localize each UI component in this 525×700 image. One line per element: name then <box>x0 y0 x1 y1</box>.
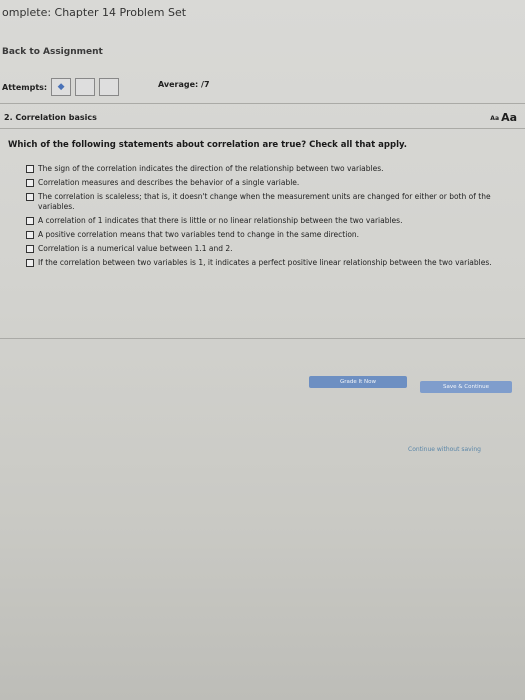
answer-option[interactable]: The correlation is scaleless; that is, i… <box>26 192 521 212</box>
answer-option-text: The correlation is scaleless; that is, i… <box>38 192 491 211</box>
save-and-continue-button[interactable]: Save & Continue <box>420 381 512 393</box>
average-score: Average: /7 <box>158 80 210 89</box>
question-title: 2. Correlation basics <box>4 113 97 122</box>
checkbox[interactable] <box>26 217 34 225</box>
attempts-label: Attempts: <box>2 82 48 92</box>
answer-option-text: The sign of the correlation indicates th… <box>38 164 384 173</box>
answer-option[interactable]: Correlation measures and describes the b… <box>26 178 521 188</box>
attempts-row: Attempts: ◆ <box>2 78 120 96</box>
checkbox[interactable] <box>26 259 34 267</box>
attempt-box-2 <box>75 78 96 96</box>
diamond-icon: ◆ <box>57 82 65 92</box>
checkbox[interactable] <box>26 245 34 253</box>
checkbox[interactable] <box>26 165 34 173</box>
answer-option[interactable]: If the correlation between two variables… <box>26 258 521 268</box>
answer-option-text: Correlation is a numerical value between… <box>38 244 233 253</box>
back-to-assignment-link[interactable]: Back to Assignment <box>2 47 103 57</box>
answer-option[interactable]: A correlation of 1 indicates that there … <box>26 216 521 226</box>
attempt-box-3 <box>99 78 120 96</box>
checkbox[interactable] <box>26 193 34 201</box>
divider-bottom <box>0 338 525 339</box>
page: omplete: Chapter 14 Problem Set Back to … <box>0 0 525 700</box>
attempt-box-1: ◆ <box>51 78 72 96</box>
checkbox[interactable] <box>26 231 34 239</box>
checkbox[interactable] <box>26 179 34 187</box>
answer-option[interactable]: A positive correlation means that two va… <box>26 230 521 240</box>
answer-option[interactable]: Correlation is a numerical value between… <box>26 244 521 254</box>
grade-it-now-button[interactable]: Grade It Now <box>309 376 407 388</box>
answer-option-text: Correlation measures and describes the b… <box>38 178 300 187</box>
answer-option-text: A correlation of 1 indicates that there … <box>38 216 403 225</box>
question-header: 2. Correlation basics Aa Aa <box>4 110 525 126</box>
answer-options: The sign of the correlation indicates th… <box>26 164 521 272</box>
divider-question <box>0 128 525 129</box>
divider-top <box>0 103 525 104</box>
answer-option[interactable]: The sign of the correlation indicates th… <box>26 164 521 174</box>
font-size-increase-button[interactable]: Aa <box>501 111 517 124</box>
average-value: /7 <box>201 80 210 89</box>
question-prompt: Which of the following statements about … <box>8 140 407 150</box>
font-size-decrease-button[interactable]: Aa <box>490 115 499 122</box>
answer-option-text: A positive correlation means that two va… <box>38 230 360 239</box>
page-title: omplete: Chapter 14 Problem Set <box>2 6 187 19</box>
average-label: Average: <box>158 80 199 89</box>
answer-option-text: If the correlation between two variables… <box>38 258 492 267</box>
continue-without-saving-link[interactable]: Continue without saving <box>408 446 481 453</box>
